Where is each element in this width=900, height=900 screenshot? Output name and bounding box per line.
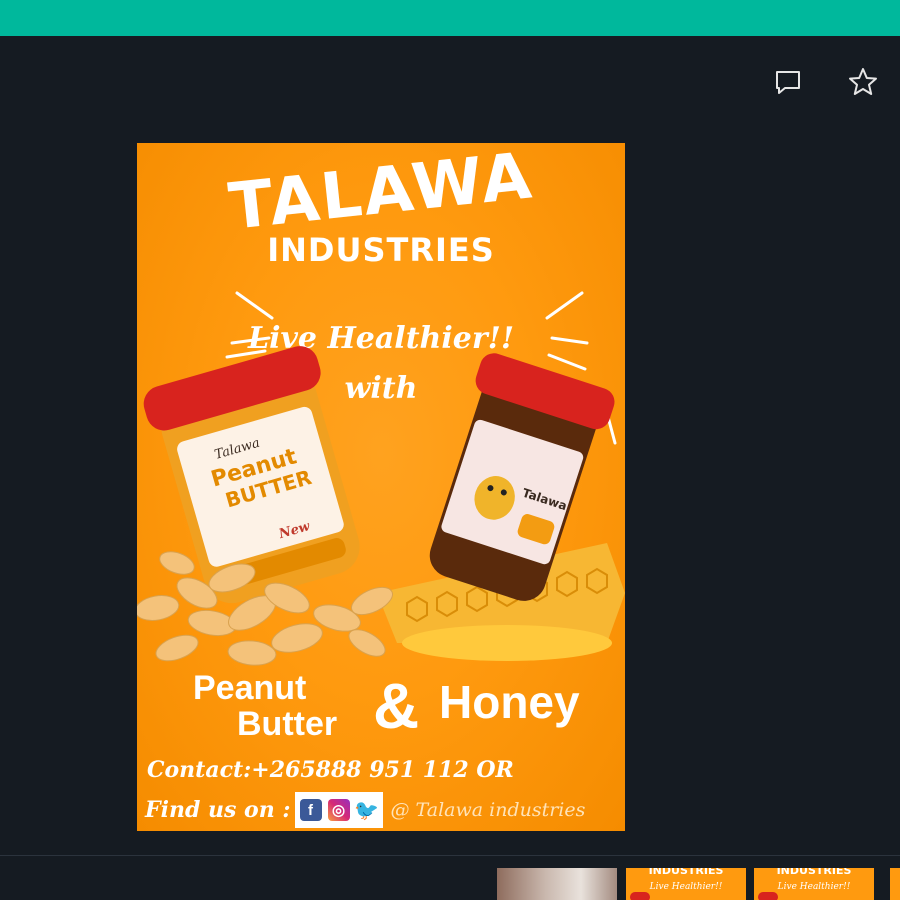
contact-text: Contact:+265888 951 112 OR	[147, 757, 514, 783]
peanut-label-line2: Butter	[237, 705, 338, 743]
top-accent-bar	[0, 0, 900, 36]
filmstrip-divider	[0, 855, 900, 856]
find-us-row: Find us on : f ◎ 🐦 @ Talawa industries	[145, 791, 585, 829]
thumbnail-tag: Live Healthier!!	[777, 882, 851, 892]
ampersand: &	[373, 670, 420, 742]
star-button[interactable]	[843, 62, 883, 102]
thumbnail-3[interactable]: INDUSTRIES Live Healthier!!	[754, 868, 874, 900]
honey-puddle	[402, 625, 612, 661]
thumbnail-jar-lid	[630, 892, 650, 900]
peanut-label-line1: Peanut	[193, 669, 307, 707]
twitter-icon: 🐦	[354, 799, 379, 822]
thumbnail-2[interactable]: INDUSTRIES Live Healthier!!	[626, 868, 746, 900]
honey-label: Honey	[439, 676, 580, 728]
social-icons: f ◎ 🐦	[294, 792, 383, 828]
find-us-label: Find us on :	[145, 797, 291, 823]
thumbnail-jar-lid	[758, 892, 778, 900]
comment-icon	[776, 71, 800, 94]
thumbnail-1[interactable]	[497, 868, 617, 900]
facebook-icon: f	[299, 799, 322, 821]
star-icon	[849, 68, 877, 95]
instagram-icon: ◎	[327, 799, 350, 821]
poster-subtitle: INDUSTRIES	[267, 231, 495, 269]
comment-button[interactable]	[768, 62, 808, 102]
thumbnail-title: INDUSTRIES	[648, 868, 724, 877]
product-illustration: Talawa Talawa Peanut BUTTER New	[137, 346, 625, 666]
thumbnail-title: INDUSTRIES	[776, 868, 852, 877]
thumbnail-tag: Live Healthier!!	[649, 882, 723, 892]
poster-image: TALAWA INDUSTRIES Live Healthier!! with	[137, 143, 625, 831]
thumbnail-4[interactable]	[890, 868, 900, 900]
social-handle: @ Talawa industries	[390, 799, 586, 821]
